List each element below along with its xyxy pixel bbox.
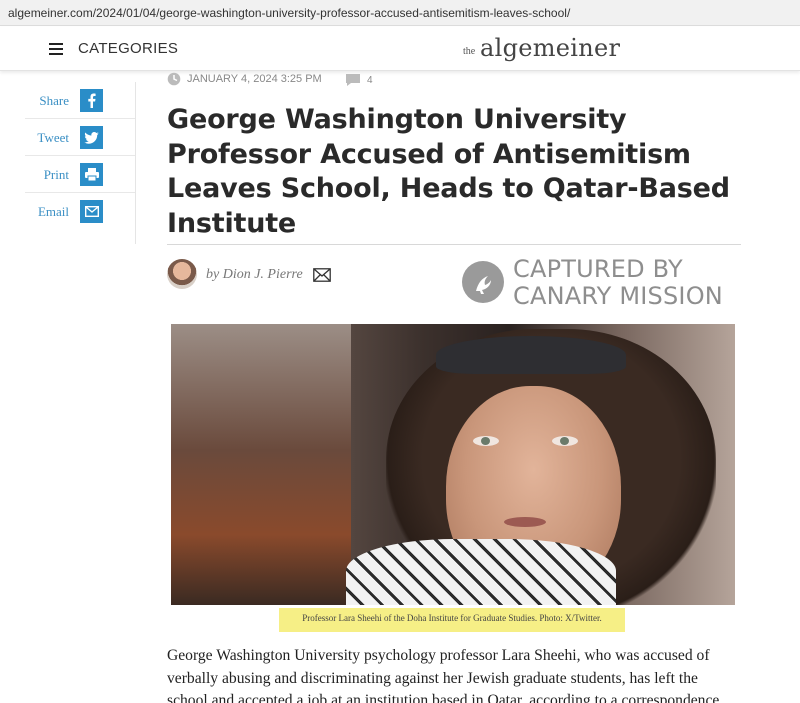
photo-mouth [504,517,546,527]
author-avatar[interactable] [167,259,197,289]
comment-count[interactable]: 4 [367,75,373,86]
hamburger-menu-icon[interactable] [49,43,63,55]
watermark-line: CANARY MISSION [513,282,723,310]
email-author-icon[interactable] [313,268,331,282]
photo-eye [473,436,499,446]
article-body: George Washington University psychology … [167,645,742,703]
photo-caption: Professor Lara Sheehi of the Doha Instit… [279,608,625,632]
publish-date: JANUARY 4, 2024 3:25 PM [187,73,322,85]
photo-background [171,324,351,605]
share-twitter[interactable]: Tweet [25,119,135,156]
body-line: school and accepted a job at an institut… [167,692,720,703]
email-label: Email [37,204,69,219]
body-line: verbally abusing and discriminating agai… [167,669,698,687]
photo-eye [552,436,578,446]
headline-line: Leaves School, Heads to Qatar-Based [167,173,730,204]
share-sidebar: Share Tweet Print Email [25,82,136,244]
facebook-icon[interactable] [80,89,103,112]
twitter-icon[interactable] [80,126,103,149]
tweet-label: Tweet [37,130,69,145]
canary-mission-logo-icon [462,261,504,303]
article-headline: George Washington University Professor A… [167,103,747,241]
address-bar[interactable]: algemeiner.com/2024/01/04/george-washing… [0,0,800,26]
headline-line: Institute [167,207,297,239]
article-photo[interactable] [171,324,735,605]
print-label: Print [43,167,69,182]
share-print[interactable]: Print [25,156,135,193]
byline[interactable]: by Dion J. Pierre [206,267,303,283]
logo-the: the [463,46,476,57]
body-line: George Washington University psychology … [167,647,710,664]
photo-scarf [346,539,616,605]
print-icon[interactable] [80,163,103,186]
share-email[interactable]: Email [25,193,135,230]
share-label: Share [39,93,69,108]
logo-name: algemeiner [480,34,621,62]
divider [167,244,741,245]
photo-headband [436,336,626,374]
top-navigation: CATEGORIES the algemeiner [0,27,800,71]
headline-line: George Washington University [167,104,627,135]
headline-line: Professor Accused of Antisemitism [167,138,691,170]
comment-icon[interactable] [345,73,361,87]
watermark-line: CAPTURED BY [513,255,683,283]
share-facebook[interactable]: Share [25,82,135,119]
categories-menu[interactable]: CATEGORIES [78,40,178,57]
watermark-text: CAPTURED BY CANARY MISSION [513,256,723,310]
email-icon[interactable] [80,200,103,223]
clock-icon [167,72,181,86]
